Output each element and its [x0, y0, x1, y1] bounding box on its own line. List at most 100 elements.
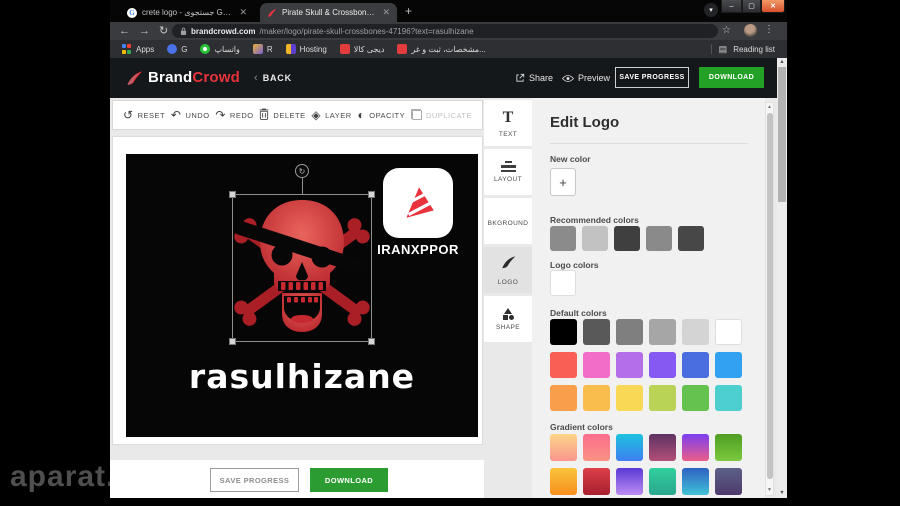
maximize-button[interactable]: ▢ — [742, 0, 761, 13]
undo-button[interactable]: ↶UNDO — [171, 109, 210, 121]
download-button[interactable]: DOWNLOAD — [699, 67, 764, 88]
layer-button[interactable]: ◈LAYER — [311, 109, 351, 121]
gradient-color-swatch[interactable] — [682, 434, 709, 461]
scroll-up-icon[interactable]: ▲ — [766, 105, 773, 110]
default-color-swatch[interactable] — [583, 385, 610, 411]
gradient-color-swatch[interactable] — [649, 468, 676, 495]
scroll-down-icon[interactable]: ▼ — [766, 488, 773, 493]
url-path: /maker/logo/pirate-skull-crossbones-4719… — [259, 27, 473, 36]
bookmark-label: دیجی کالا — [354, 45, 385, 54]
tab-bar: G crete logo - جستجوی Google ✕ Pirate Sk… — [110, 0, 787, 22]
gradient-color-swatch[interactable] — [550, 468, 577, 495]
bookmark-item[interactable]: Apps — [122, 44, 154, 54]
default-color-swatch[interactable] — [649, 352, 676, 378]
delete-button[interactable]: DELETE — [259, 108, 305, 122]
profile-avatar[interactable] — [744, 24, 757, 37]
bookmark-star-icon[interactable]: ☆ — [722, 25, 731, 36]
canvas-card: ↻ — [112, 136, 483, 445]
gradient-colors-grid — [550, 434, 750, 495]
tab-bkground[interactable]: BKGROUND — [484, 198, 532, 244]
gradient-color-swatch[interactable] — [616, 434, 643, 461]
new-tab-button[interactable]: + — [405, 4, 412, 18]
gradient-color-swatch[interactable] — [715, 468, 742, 495]
default-color-swatch[interactable] — [649, 319, 676, 345]
tab-close-icon[interactable]: ✕ — [239, 7, 247, 18]
browser-tab-brandcrowd[interactable]: Pirate Skull & Crossbones Logo | ✕ — [260, 3, 397, 22]
default-color-swatch[interactable] — [715, 319, 742, 345]
preview-button[interactable]: Preview — [562, 73, 610, 83]
scroll-down-icon[interactable]: ▼ — [777, 491, 787, 497]
default-color-swatch[interactable] — [682, 319, 709, 345]
add-color-button[interactable]: + — [550, 168, 576, 196]
default-color-swatch[interactable] — [616, 352, 643, 378]
download-button[interactable]: DOWNLOAD — [310, 468, 388, 492]
default-color-swatch[interactable] — [616, 319, 643, 345]
recommended-color-swatch[interactable] — [646, 226, 672, 251]
default-color-swatch[interactable] — [682, 352, 709, 378]
rotate-handle-line — [302, 178, 303, 194]
reset-button[interactable]: ↺RESET — [123, 109, 165, 121]
brandcrowd-logo[interactable]: BrandCrowd — [126, 69, 240, 87]
recommended-color-swatch[interactable] — [550, 226, 576, 251]
address-bar[interactable]: brandcrowd.com/maker/logo/pirate-skull-c… — [172, 24, 718, 38]
tab-text[interactable]: TTEXT — [484, 100, 532, 146]
close-button[interactable]: ✕ — [761, 0, 785, 13]
save-progress-button[interactable]: SAVE PROGRESS — [210, 468, 299, 492]
share-button[interactable]: Share — [515, 73, 553, 83]
recommended-color-swatch[interactable] — [678, 226, 704, 251]
tab-close-icon[interactable]: ✕ — [382, 7, 390, 18]
gradient-color-swatch[interactable] — [649, 434, 676, 461]
bookmark-item[interactable]: R — [253, 44, 273, 54]
browser-menu-icon[interactable]: ⋮ — [764, 24, 774, 35]
browser-tab-google[interactable]: G crete logo - جستجوی Google ✕ — [120, 3, 254, 22]
gradient-color-swatch[interactable] — [715, 434, 742, 461]
scroll-up-icon[interactable]: ▲ — [777, 60, 787, 66]
default-color-swatch[interactable] — [616, 385, 643, 411]
tab-shape[interactable]: SHAPE — [484, 296, 532, 342]
bookmark-item[interactable]: G — [167, 44, 187, 54]
scrollbar-thumb[interactable] — [778, 67, 786, 202]
recommended-color-swatch[interactable] — [582, 226, 608, 251]
default-color-swatch[interactable] — [550, 352, 577, 378]
redo-button[interactable]: ↷REDO — [215, 109, 253, 121]
default-color-swatch[interactable] — [583, 319, 610, 345]
tab-logo[interactable]: LOGO — [484, 247, 532, 293]
bookmark-item[interactable]: دیجی کالا — [340, 44, 385, 54]
r-favicon-icon — [253, 44, 263, 54]
panel-scrollbar[interactable]: ▲ ▼ — [765, 102, 774, 496]
toolbar-label: UNDO — [185, 111, 209, 120]
default-color-swatch[interactable] — [649, 385, 676, 411]
bookmark-item[interactable]: مشخصات، ثبت و غر... — [397, 44, 485, 54]
minimize-button[interactable]: – — [721, 0, 742, 13]
scrollbar-thumb[interactable] — [767, 113, 773, 479]
skull-crossbones-logo[interactable] — [234, 196, 370, 340]
tab-layout[interactable]: LAYOUT — [484, 149, 532, 195]
default-color-swatch[interactable] — [715, 385, 742, 411]
default-color-swatch[interactable] — [550, 319, 577, 345]
bookmark-item[interactable]: واتساپ — [200, 44, 239, 54]
opacity-button[interactable]: ◐OPACITY — [358, 109, 406, 121]
bookmark-item[interactable]: Hosting — [286, 44, 327, 54]
gradient-color-swatch[interactable] — [616, 468, 643, 495]
logo-canvas[interactable]: ↻ — [126, 154, 478, 437]
reload-icon[interactable]: ↻ — [159, 26, 168, 37]
back-icon[interactable]: ← — [119, 26, 130, 37]
default-color-swatch[interactable] — [715, 352, 742, 378]
gradient-color-swatch[interactable] — [550, 434, 577, 461]
logo-text[interactable]: rasulhizane — [126, 357, 478, 396]
rotate-handle[interactable]: ↻ — [295, 164, 309, 178]
default-color-swatch[interactable] — [550, 385, 577, 411]
reading-list[interactable]: | ▤ Reading list — [710, 44, 775, 55]
save-progress-button[interactable]: SAVE PROGRESS — [615, 67, 689, 88]
page-scrollbar[interactable]: ▲ ▼ — [777, 58, 787, 498]
default-color-swatch[interactable] — [682, 385, 709, 411]
default-color-swatch[interactable] — [583, 352, 610, 378]
gradient-color-swatch[interactable] — [682, 468, 709, 495]
tab-search-icon[interactable]: ▾ — [704, 3, 718, 17]
recommended-color-swatch[interactable] — [614, 226, 640, 251]
logo-color-swatch[interactable] — [550, 270, 576, 296]
gradient-color-swatch[interactable] — [583, 434, 610, 461]
back-link[interactable]: ‹ BACK — [254, 72, 292, 84]
gradient-color-swatch[interactable] — [583, 468, 610, 495]
forward-icon[interactable]: → — [139, 26, 150, 37]
